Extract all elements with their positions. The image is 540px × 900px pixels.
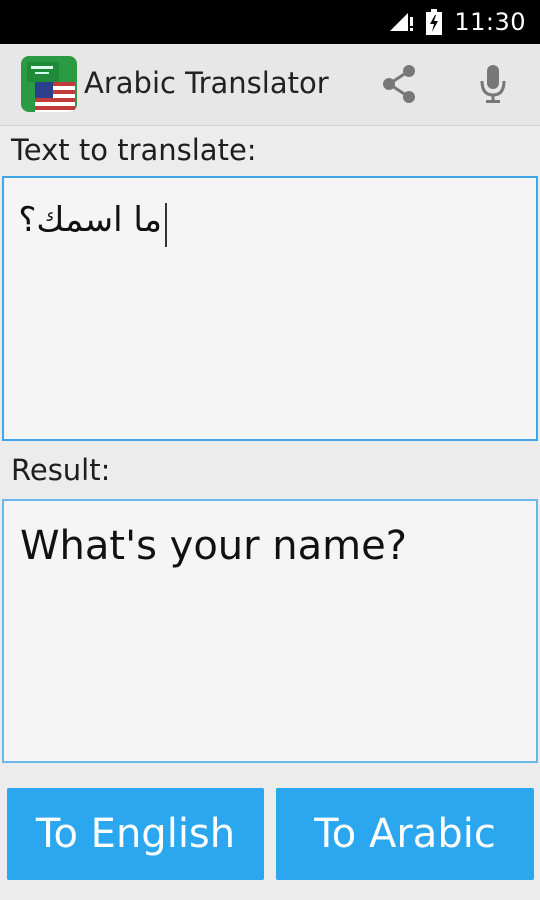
to-arabic-button[interactable]: To Arabic xyxy=(276,788,534,880)
status-bar: 11:30 xyxy=(0,0,540,44)
to-english-button[interactable]: To English xyxy=(7,788,264,880)
translate-input-field[interactable]: ما اسمك؟ xyxy=(2,176,538,441)
result-label: Result: xyxy=(11,453,111,487)
app-flag-icon xyxy=(21,56,77,112)
result-field[interactable]: What's your name? xyxy=(2,499,538,763)
app-title: Arabic Translator xyxy=(84,66,329,100)
battery-charging-icon xyxy=(426,9,443,35)
share-button[interactable] xyxy=(378,62,420,106)
input-label: Text to translate: xyxy=(11,133,257,167)
share-icon xyxy=(383,65,415,103)
result-text: What's your name? xyxy=(20,523,407,569)
input-text: ما اسمك؟ xyxy=(18,200,162,240)
microphone-button[interactable] xyxy=(472,62,514,106)
action-bar: Arabic Translator xyxy=(0,44,540,126)
microphone-icon xyxy=(480,65,506,103)
signal-icon xyxy=(390,13,414,31)
text-caret xyxy=(165,203,167,247)
status-time: 11:30 xyxy=(454,8,526,36)
